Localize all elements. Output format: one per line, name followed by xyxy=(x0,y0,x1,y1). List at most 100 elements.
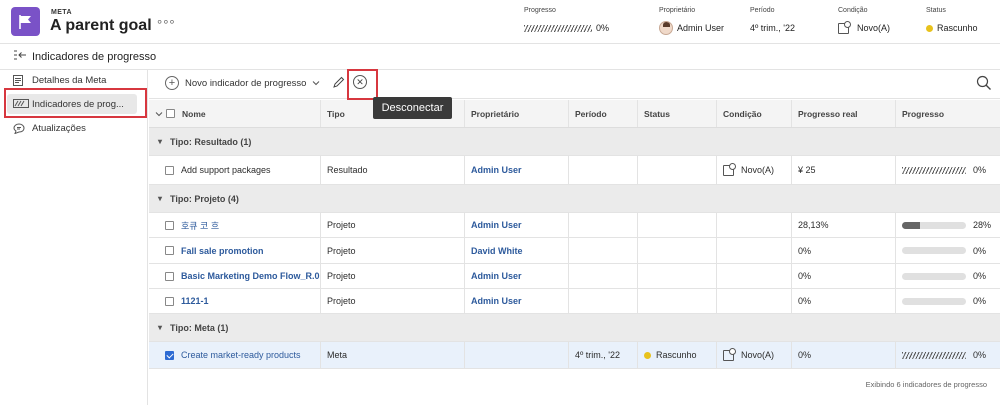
row-condition xyxy=(717,213,792,237)
sidebar-item-updates[interactable]: Atualizações xyxy=(7,118,137,138)
owner-value[interactable]: Admin User xyxy=(677,23,724,33)
select-all-checkbox[interactable] xyxy=(166,109,175,118)
progress-text: 0% xyxy=(973,245,987,256)
row-progress: 0% xyxy=(896,289,1000,313)
highlight-box xyxy=(4,88,147,118)
condition-icon xyxy=(723,347,736,361)
period-label: Período xyxy=(750,7,775,14)
column-header-condition[interactable]: Condição xyxy=(717,100,792,127)
row-owner[interactable]: Admin User xyxy=(465,264,569,288)
table-row[interactable]: 1121-1 Projeto Admin User 0% 0% xyxy=(149,289,1000,314)
group-header-goal[interactable]: ▾ Tipo: Meta (1) xyxy=(149,314,1000,342)
header-owner: Proprietário Admin User xyxy=(659,7,724,35)
goal-header: META A parent goal °°° Progresso 0% Prop… xyxy=(0,0,1000,44)
table-row[interactable]: Fall sale promotion Projeto David White … xyxy=(149,238,1000,264)
progress-text: 0% xyxy=(973,165,987,175)
goal-flag-icon xyxy=(11,7,40,36)
row-checkbox[interactable] xyxy=(165,350,174,360)
toolbar: + Novo indicador de progresso ✕ xyxy=(149,70,1000,99)
row-condition xyxy=(717,289,792,313)
chevron-down-icon[interactable] xyxy=(155,109,163,119)
row-real-progress: 0% xyxy=(792,238,896,263)
chevron-down-icon[interactable]: ▾ xyxy=(158,323,162,332)
row-status[interactable]: Rascunho xyxy=(638,342,717,368)
column-label: Nome xyxy=(182,108,206,119)
search-icon[interactable] xyxy=(976,75,994,93)
status-label: Status xyxy=(926,7,946,14)
row-owner[interactable] xyxy=(465,342,569,368)
column-header-name[interactable]: Nome xyxy=(149,100,321,127)
table-row[interactable]: Basic Marketing Demo Flow_R.0 Projeto Ad… xyxy=(149,264,1000,289)
page-title: A parent goal xyxy=(50,17,152,34)
row-type: Projeto xyxy=(321,238,465,263)
progress-bar xyxy=(902,221,966,229)
column-header-real-progress[interactable]: Progresso real xyxy=(792,100,896,127)
condition-text: Novo(A) xyxy=(741,350,775,360)
disconnect-tooltip: Desconectar xyxy=(373,97,452,119)
row-name[interactable]: Add support packages xyxy=(181,165,271,175)
row-owner[interactable]: David White xyxy=(465,238,569,263)
row-real-progress: 0% xyxy=(792,289,896,313)
row-type: Projeto xyxy=(321,289,465,313)
chevron-down-icon[interactable]: ▾ xyxy=(158,194,162,203)
row-checkbox[interactable] xyxy=(165,296,174,306)
table-row[interactable]: Create market-ready products Meta 4º tri… xyxy=(149,342,1000,369)
row-checkbox[interactable] xyxy=(165,246,174,255)
row-name[interactable]: 1121-1 xyxy=(181,296,209,306)
row-type: Projeto xyxy=(321,264,465,288)
row-status xyxy=(638,238,717,263)
header-period: Período 4º trim., '22 xyxy=(750,7,795,35)
row-period xyxy=(569,264,638,288)
progress-label: Progresso xyxy=(524,7,556,14)
row-owner[interactable]: Admin User xyxy=(465,156,569,184)
column-header-period[interactable]: Período xyxy=(569,100,638,127)
group-label: Tipo: Resultado (1) xyxy=(170,136,252,147)
row-condition[interactable]: Novo(A) xyxy=(717,156,792,184)
row-name[interactable]: Basic Marketing Demo Flow_R.0 xyxy=(181,271,320,281)
row-checkbox[interactable] xyxy=(165,165,174,175)
progress-value: 0% xyxy=(596,23,610,33)
row-owner[interactable]: Admin User xyxy=(465,213,569,237)
row-real-progress: 28,13% xyxy=(792,213,896,237)
group-label: Tipo: Projeto (4) xyxy=(170,193,239,204)
column-header-status[interactable]: Status xyxy=(638,100,717,127)
table-row[interactable]: 호큐 코 흐 Projeto Admin User 28,13% 28% xyxy=(149,213,1000,238)
column-header-owner[interactable]: Proprietário xyxy=(465,100,569,127)
row-name[interactable]: Create market-ready products xyxy=(181,350,301,360)
owner-label: Proprietário xyxy=(659,7,696,14)
row-name[interactable]: 호큐 코 흐 xyxy=(181,219,219,232)
sidebar-item-label: Detalhes da Meta xyxy=(32,74,107,86)
row-condition[interactable]: Novo(A) xyxy=(717,342,792,368)
row-status xyxy=(638,213,717,237)
highlight-box xyxy=(347,69,378,100)
row-owner[interactable]: Admin User xyxy=(465,289,569,313)
new-progress-indicator-button[interactable]: + Novo indicador de progresso xyxy=(165,76,320,90)
row-type: Resultado xyxy=(321,156,465,184)
table-row[interactable]: Add support packages Resultado Admin Use… xyxy=(149,156,1000,185)
group-header-result[interactable]: ▾ Tipo: Resultado (1) xyxy=(149,128,1000,156)
group-label: Tipo: Meta (1) xyxy=(170,322,229,333)
header-condition: Condição Novo(A) xyxy=(838,7,890,35)
section-title: Indicadores de progresso xyxy=(32,50,157,63)
period-value: 4º trim., '22 xyxy=(750,23,796,33)
column-header-progress[interactable]: Progresso xyxy=(896,100,1000,127)
condition-icon xyxy=(723,162,736,176)
row-real-progress: ¥ 25 xyxy=(792,156,896,184)
row-status xyxy=(638,156,717,184)
sidebar-item-label: Atualizações xyxy=(32,122,86,134)
chevron-down-icon[interactable]: ▾ xyxy=(158,137,162,146)
condition-icon xyxy=(838,20,851,34)
sidebar-item-details[interactable]: Detalhes da Meta xyxy=(7,70,137,90)
group-header-project[interactable]: ▾ Tipo: Projeto (4) xyxy=(149,185,1000,213)
more-options-icon[interactable]: °°° xyxy=(157,17,176,32)
row-name[interactable]: Fall sale promotion xyxy=(181,246,264,256)
row-checkbox[interactable] xyxy=(165,271,174,281)
progress-bar xyxy=(902,272,966,280)
sidebar: Detalhes da Meta Indicadores de prog... … xyxy=(0,70,148,405)
row-progress: 0% xyxy=(896,156,1000,184)
row-checkbox[interactable] xyxy=(165,220,174,230)
edit-pencil-icon[interactable] xyxy=(332,76,345,92)
condition-value[interactable]: Novo(A) xyxy=(857,23,890,33)
status-value[interactable]: Rascunho xyxy=(937,23,978,33)
back-arrow-icon[interactable] xyxy=(13,50,29,63)
